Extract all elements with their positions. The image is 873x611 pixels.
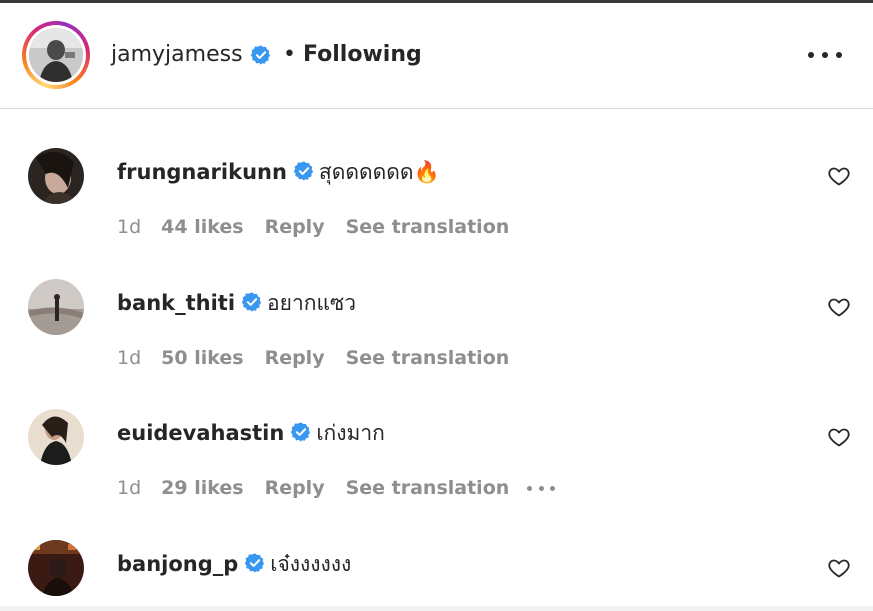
comment-options-icon[interactable] [527, 485, 556, 491]
commenter-username[interactable]: euidevahastin [117, 421, 284, 445]
see-translation-link[interactable]: See translation [346, 476, 510, 500]
like-heart-icon[interactable] [827, 295, 851, 319]
commenter-avatar[interactable] [28, 279, 84, 335]
comment-meta: 1d 29 likes Reply See translation [117, 476, 556, 500]
verified-badge-icon [245, 553, 265, 573]
comment-text: เก่งมาก [316, 421, 385, 445]
verified-badge-icon [293, 161, 314, 181]
like-heart-icon[interactable] [827, 425, 851, 449]
header-separator: • [283, 42, 296, 67]
comment-item: euidevahastin เก่งมาก 1d 29 likes Reply S… [0, 409, 873, 540]
author-avatar[interactable] [22, 21, 90, 89]
comment-time: 1d [117, 347, 142, 369]
post-header: jamyjamess • Following [0, 3, 873, 109]
commenter-username[interactable]: frungnarikunn [117, 160, 287, 184]
like-heart-icon[interactable] [827, 164, 851, 188]
reply-button[interactable]: Reply [265, 476, 325, 500]
commenter-username[interactable]: bank_thiti [117, 291, 235, 315]
like-heart-icon[interactable] [827, 556, 851, 580]
comment-text: สุดดดดดด🔥 [318, 160, 440, 184]
commenter-avatar[interactable] [28, 409, 84, 465]
comment-item: bank_thiti อยากแซว 1d 50 likes Reply See … [0, 279, 873, 410]
comment-time: 1d [117, 477, 142, 499]
bottom-divider [0, 606, 873, 611]
comment-item: banjong_p เจ๋งงงงงง [0, 540, 873, 606]
comment-text: อยากแซว [267, 291, 357, 315]
verified-badge-icon [241, 292, 262, 312]
more-options-icon[interactable] [808, 45, 842, 65]
author-avatar-image [29, 28, 83, 82]
comment-text: เจ๋งงงงงง [270, 552, 352, 576]
verified-badge-icon [250, 44, 272, 66]
reply-button[interactable]: Reply [265, 215, 325, 239]
commenter-username[interactable]: banjong_p [117, 552, 238, 576]
comment-likes[interactable]: 44 likes [161, 215, 243, 239]
comment-likes[interactable]: 29 likes [161, 476, 243, 500]
comment-time: 1d [117, 216, 142, 238]
see-translation-link[interactable]: See translation [346, 346, 510, 370]
commenter-avatar[interactable] [28, 148, 84, 204]
comment-item: frungnarikunn สุดดดดดด🔥 1d 44 likes Reply… [0, 148, 873, 279]
comment-meta: 1d 44 likes Reply See translation [117, 215, 509, 239]
following-button[interactable]: Following [303, 41, 422, 69]
reply-button[interactable]: Reply [265, 346, 325, 370]
comment-likes[interactable]: 50 likes [161, 346, 243, 370]
verified-badge-icon [291, 422, 311, 442]
see-translation-link[interactable]: See translation [346, 215, 510, 239]
commenter-avatar[interactable] [28, 540, 84, 596]
comment-meta: 1d 50 likes Reply See translation [117, 346, 509, 370]
author-username[interactable]: jamyjamess [111, 41, 243, 69]
